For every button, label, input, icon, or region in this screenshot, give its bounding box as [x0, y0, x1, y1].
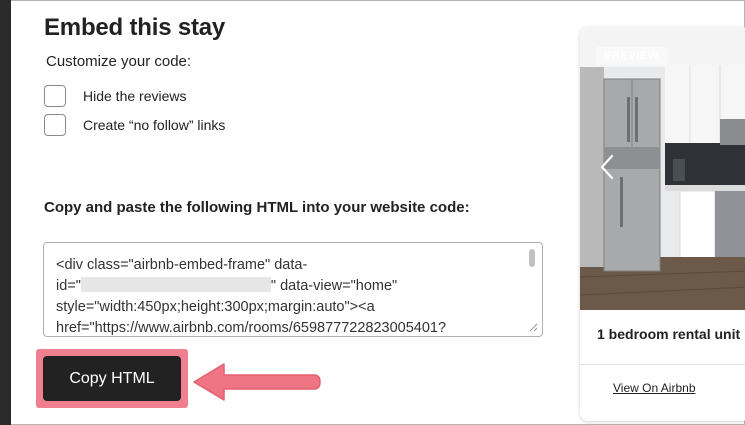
card-divider — [580, 364, 745, 365]
code-line-2-prefix: id=" — [56, 278, 81, 294]
code-line-4: href="https://www.airbnb.com/rooms/65987… — [56, 320, 447, 336]
listing-photo: PREVIEW — [580, 27, 745, 310]
page-title: Embed this stay — [44, 14, 226, 41]
view-on-airbnb-link[interactable]: View On Airbnb — [613, 381, 696, 395]
arrow-pointer-icon — [193, 363, 321, 401]
code-scrollbar-thumb[interactable] — [529, 249, 535, 267]
embed-code-textarea[interactable]: <div class="airbnb-embed-frame" data- id… — [43, 242, 543, 337]
listing-title: 1 bedroom rental unit — [597, 326, 741, 342]
option-hide-reviews[interactable]: Hide the reviews — [44, 85, 187, 107]
code-scrollbar[interactable] — [528, 249, 536, 321]
copy-instructions-heading: Copy and paste the following HTML into y… — [44, 199, 470, 216]
resize-grip-icon[interactable] — [529, 323, 538, 332]
option-no-follow[interactable]: Create “no follow” links — [44, 114, 225, 136]
preview-card: PREVIEW 1 bedroom rental unit View On Ai… — [580, 27, 745, 421]
preview-badge: PREVIEW — [596, 47, 667, 65]
hide-reviews-label: Hide the reviews — [83, 88, 187, 104]
redacted-listing-id — [80, 277, 271, 292]
hide-reviews-checkbox[interactable] — [44, 85, 66, 107]
copy-html-button[interactable]: Copy HTML — [43, 356, 181, 401]
code-line-1: <div class="airbnb-embed-frame" data- — [56, 257, 308, 273]
no-follow-label: Create “no follow” links — [83, 117, 226, 133]
chevron-left-icon[interactable] — [600, 154, 614, 180]
code-line-3: style="width:450px;height:300px;margin:a… — [56, 299, 375, 315]
embed-code-text: <div class="airbnb-embed-frame" data- id… — [56, 255, 521, 336]
customize-subtitle: Customize your code: — [46, 53, 192, 70]
no-follow-checkbox[interactable] — [44, 114, 66, 136]
code-line-2-suffix: " data-view="home" — [270, 278, 398, 294]
left-edge-bar — [0, 0, 11, 425]
